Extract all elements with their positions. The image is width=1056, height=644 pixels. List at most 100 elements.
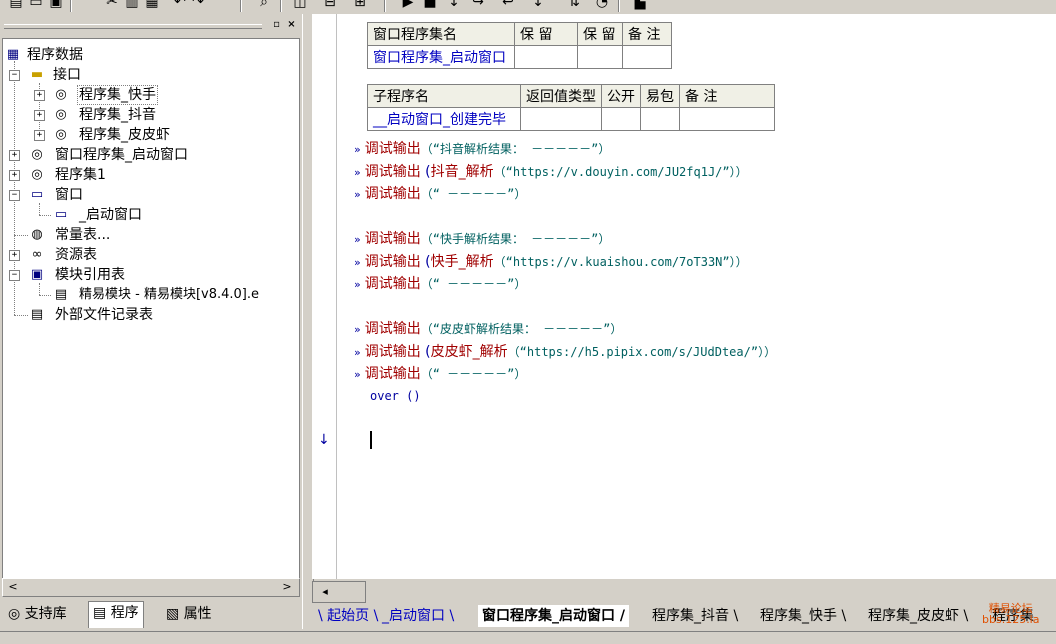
new-file-icon[interactable]: ▤ bbox=[8, 0, 24, 10]
easy-pack-cell[interactable] bbox=[640, 107, 680, 131]
reserved-header-2: 保 留 bbox=[577, 22, 623, 46]
toolbar-separator bbox=[618, 0, 620, 12]
redo-icon[interactable]: ↷ bbox=[190, 0, 206, 10]
tab-properties[interactable]: ▧ 属性 bbox=[162, 603, 216, 625]
cut-icon[interactable]: ✂ bbox=[104, 0, 120, 10]
undo-icon[interactable]: ↶ bbox=[172, 0, 188, 10]
layout-1-icon[interactable]: ◫ bbox=[292, 0, 308, 10]
sub-name-header: 子程序名 bbox=[367, 84, 521, 108]
run-icon[interactable]: ▶ bbox=[400, 0, 416, 10]
constants-icon: ◍ bbox=[31, 227, 43, 242]
program-icon: ▤ bbox=[93, 605, 107, 621]
remark-cell[interactable] bbox=[622, 45, 672, 69]
code-line[interactable]: » 调试输出 (抖音_解析（“https://v.douyin.com/JU2fq… bbox=[354, 162, 748, 182]
code-line[interactable]: » 调试输出（“快手解析结果： －－－－－”） bbox=[354, 229, 610, 249]
tab-pipixia[interactable]: 程序集_皮皮虾 \ bbox=[868, 605, 968, 627]
current-line-arrow-icon: ↓ bbox=[318, 432, 330, 448]
tab-support-library[interactable]: ◎ 支持库 bbox=[4, 603, 71, 625]
expand-icon[interactable]: + bbox=[9, 150, 20, 161]
support-library-icon: ◎ bbox=[8, 606, 21, 622]
layout-3-icon[interactable]: ⊞ bbox=[352, 0, 368, 10]
breakpoint-icon[interactable]: ↕ bbox=[530, 0, 546, 10]
public-cell[interactable] bbox=[601, 107, 641, 131]
code-line[interactable]: » 调试输出（“ －－－－－”） bbox=[354, 184, 526, 204]
tree-line bbox=[39, 203, 40, 215]
save-icon[interactable]: ▣ bbox=[48, 0, 64, 10]
resources-icon: ∞ bbox=[31, 247, 43, 262]
collapse-icon[interactable]: − bbox=[9, 70, 20, 81]
watermark: 精易论坛 bbs.125.la bbox=[982, 602, 1040, 626]
expand-icon[interactable]: + bbox=[34, 90, 45, 101]
tree-item-jingyi-module[interactable]: ▤ 精易模块 - 精易模块[v8.4.0].e bbox=[3, 285, 299, 305]
tab-kuaishou[interactable]: 程序集_快手 \ bbox=[760, 605, 846, 627]
expand-icon[interactable]: + bbox=[34, 130, 45, 141]
copy-icon[interactable]: ▥ bbox=[124, 0, 140, 10]
scroll-left-icon[interactable]: < bbox=[5, 579, 21, 595]
tab-window-class[interactable]: 窗口程序集_启动窗口 / bbox=[478, 605, 629, 627]
step-out-icon[interactable]: ↩ bbox=[500, 0, 516, 10]
code-line[interactable]: » 调试输出 (快手_解析（“https://v.kuaishou.com/7oT… bbox=[354, 252, 748, 272]
run-to-cursor-icon[interactable]: ⇅ bbox=[566, 0, 582, 10]
code-line[interactable]: » 调试输出（“ －－－－－”） bbox=[354, 274, 526, 294]
layout-2-icon[interactable]: ⊟ bbox=[322, 0, 338, 10]
program-tree[interactable]: ▦ 程序数据 − ▬ 接口 + ◎ 程序集_快手 + ◎ 程序集_抖音 + ◎ … bbox=[2, 38, 300, 580]
module-icon: ◎ bbox=[31, 147, 43, 162]
sub-name-cell[interactable]: __启动窗口_创建完毕 bbox=[367, 107, 521, 131]
toolbar-separator bbox=[384, 0, 386, 12]
close-panel-icon[interactable]: × bbox=[285, 18, 298, 31]
panel-header: ▫ × bbox=[0, 16, 300, 34]
minimize-panel-icon[interactable]: ▫ bbox=[270, 18, 283, 31]
left-panel-tabs: ◎ 支持库 ▤ 程序 ▧ 属性 bbox=[0, 601, 305, 629]
code-line-over[interactable]: over () bbox=[370, 386, 421, 406]
tab-program[interactable]: ▤ 程序 bbox=[88, 601, 144, 628]
expand-icon[interactable]: + bbox=[34, 110, 45, 121]
tree-horizontal-scrollbar[interactable]: < > bbox=[2, 578, 300, 597]
reserved-cell-1[interactable] bbox=[514, 45, 578, 69]
database-icon: ▦ bbox=[6, 47, 20, 62]
expand-icon[interactable]: + bbox=[9, 250, 20, 261]
paste-icon[interactable]: ▦ bbox=[144, 0, 160, 10]
return-type-header: 返回值类型 bbox=[520, 84, 602, 108]
open-folder-icon[interactable]: ▭ bbox=[28, 0, 44, 10]
subroutine-table: 子程序名 返回值类型 公开 易包 备 注 __启动窗口_创建完毕 bbox=[367, 84, 775, 131]
editor-horizontal-scrollbar[interactable]: ◂ bbox=[312, 581, 366, 603]
reserved-cell-2[interactable] bbox=[577, 45, 623, 69]
tab-start-window[interactable]: _启动窗口 \ bbox=[382, 605, 454, 627]
sub-remark-cell[interactable] bbox=[679, 107, 775, 131]
reserved-header-1: 保 留 bbox=[514, 22, 578, 46]
step-into-icon[interactable]: ↓ bbox=[446, 0, 462, 10]
compile-icon[interactable]: ▙ bbox=[632, 0, 648, 10]
toolbar-separator bbox=[280, 0, 282, 12]
tab-douyin[interactable]: 程序集_抖音 \ bbox=[652, 605, 738, 627]
properties-icon: ▧ bbox=[166, 606, 180, 622]
return-type-cell[interactable] bbox=[520, 107, 602, 131]
code-line[interactable]: » 调试输出（“皮皮虾解析结果： －－－－－”） bbox=[354, 319, 622, 339]
stop-icon[interactable]: ■ bbox=[422, 0, 438, 10]
step-over-icon[interactable]: ↪ bbox=[470, 0, 486, 10]
collapse-icon[interactable]: − bbox=[9, 270, 20, 281]
code-line[interactable]: » 调试输出（“抖音解析结果： －－－－－”） bbox=[354, 139, 610, 159]
code-line[interactable]: » 调试输出（“ －－－－－”） bbox=[354, 364, 526, 384]
class-name-cell[interactable]: 窗口程序集_启动窗口 bbox=[367, 45, 515, 69]
tab-start-page[interactable]: \ 起始页 \ bbox=[318, 605, 378, 627]
file-icon: ▤ bbox=[54, 287, 68, 302]
public-header: 公开 bbox=[601, 84, 641, 108]
text-cursor bbox=[370, 431, 372, 449]
editor-gutter bbox=[312, 14, 337, 579]
module-icon: ◎ bbox=[55, 107, 67, 122]
remark-header: 备 注 bbox=[622, 22, 672, 46]
class-name-header: 窗口程序集名 bbox=[367, 22, 515, 46]
collapse-icon[interactable]: − bbox=[9, 190, 20, 201]
expand-icon[interactable]: + bbox=[9, 170, 20, 181]
sub-remark-header: 备 注 bbox=[679, 84, 775, 108]
watch-icon[interactable]: ◔ bbox=[594, 0, 610, 10]
folder-icon: ▬ bbox=[30, 67, 44, 82]
scroll-left-icon[interactable]: ◂ bbox=[317, 584, 333, 600]
scroll-right-icon[interactable]: > bbox=[279, 579, 295, 595]
find-icon[interactable]: ⌕ bbox=[256, 0, 272, 10]
code-line[interactable]: » 调试输出 (皮皮虾_解析（“https://h5.pipix.com/s/JU… bbox=[354, 342, 776, 362]
toolbar-separator bbox=[240, 0, 242, 12]
module-ref-icon: ▣ bbox=[30, 267, 44, 282]
editor-tabs: \ 起始页 \ _启动窗口 \ 窗口程序集_启动窗口 / 程序集_抖音 \ 程序… bbox=[312, 603, 1056, 629]
easy-pack-header: 易包 bbox=[640, 84, 680, 108]
